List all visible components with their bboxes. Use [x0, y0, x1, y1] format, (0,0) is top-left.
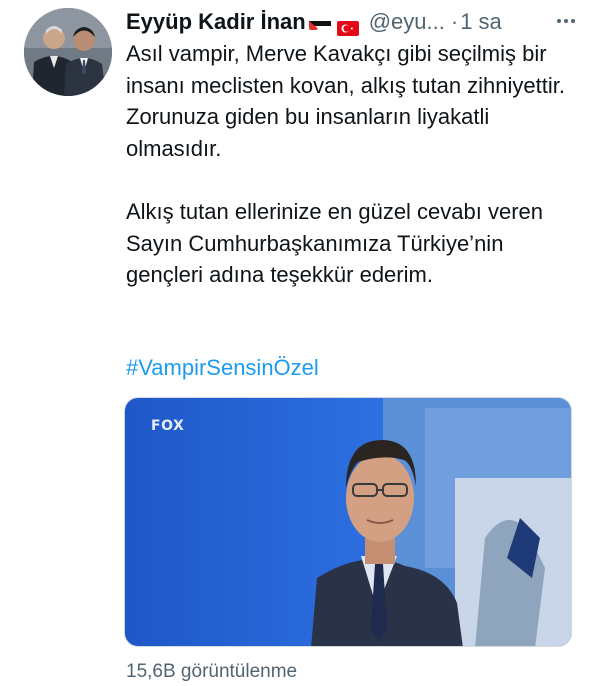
avatar-photo [24, 8, 112, 96]
separator-dot: · [450, 9, 459, 34]
tweet: Eyyüp Kadir İnan @eyu... · 1 sa Asıl vam… [0, 0, 600, 686]
tweet-text-paragraph-1: Asıl vampir, Merve Kavakçı gibi seçilmiş… [126, 41, 565, 161]
channel-logo: FOX [151, 418, 185, 434]
author-handle[interactable]: @eyu... [369, 8, 445, 36]
avatar[interactable] [24, 8, 112, 96]
palestine-flag-icon [308, 15, 331, 30]
hashtag-link[interactable]: #VampirSensinÖzel [126, 352, 319, 383]
video-thumbnail [125, 398, 571, 646]
turkey-flag-icon [336, 15, 359, 36]
author-name[interactable]: Eyyüp Kadir İnan [126, 8, 306, 36]
video-media[interactable]: FOX [124, 397, 572, 647]
more-horizontal-icon[interactable] [552, 9, 580, 33]
tweet-text-paragraph-2: Alkış tutan ellerinize en güzel cevabı v… [126, 199, 544, 287]
tweet-time[interactable]: 1 sa [460, 8, 502, 36]
tweet-header: Eyyüp Kadir İnan @eyu... · 1 sa [126, 7, 584, 37]
view-count: 15,6B görüntülenme [126, 661, 298, 682]
